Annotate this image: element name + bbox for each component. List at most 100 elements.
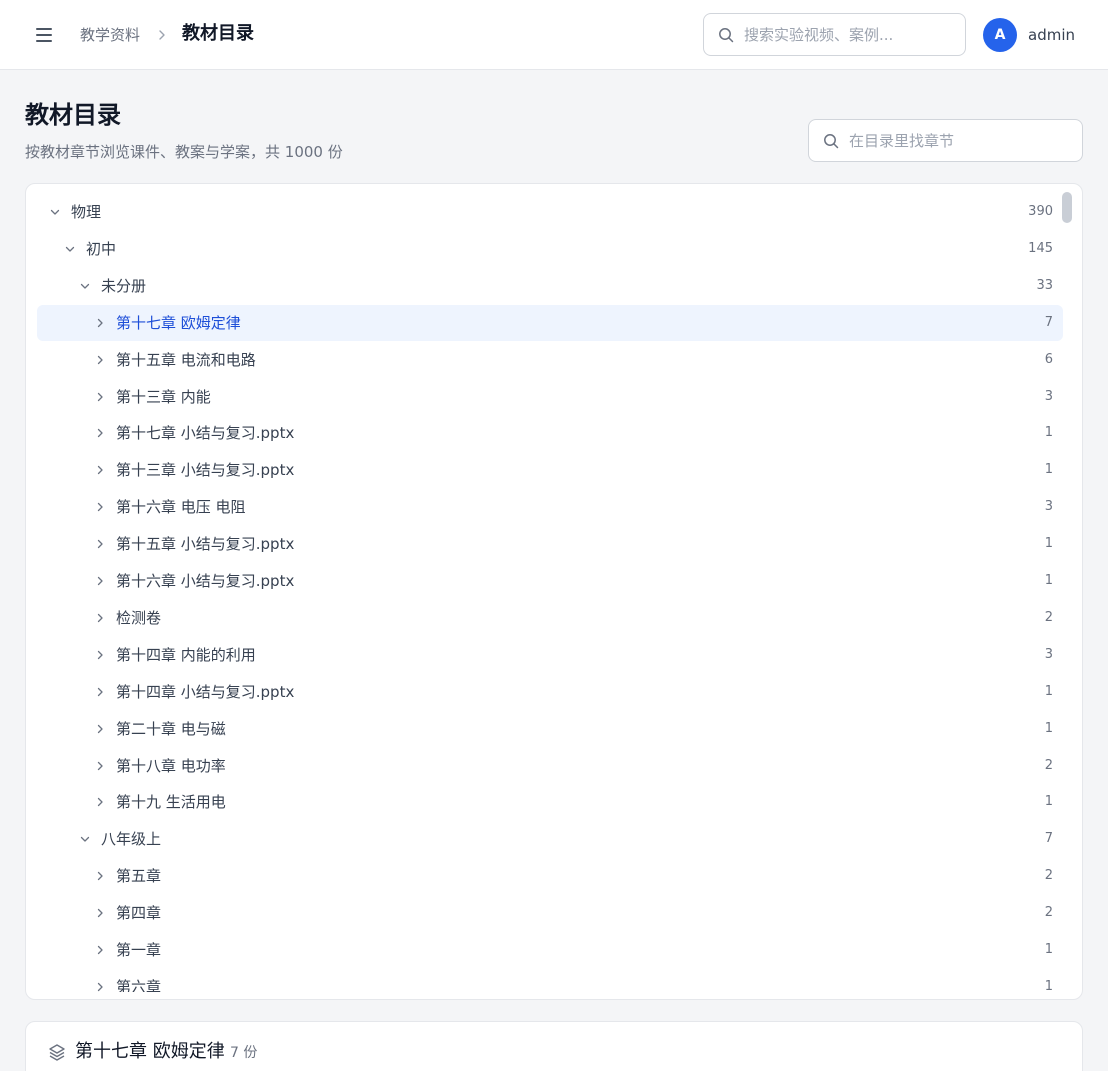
tree-row-label: 第十八章 电功率	[116, 756, 226, 775]
tree-row-count: 2	[1044, 609, 1053, 625]
tree-row[interactable]: 检测卷 2	[37, 600, 1063, 636]
tree-row[interactable]: 第十五章 电流和电路 6	[37, 342, 1063, 378]
tree-row-count: 1	[1044, 536, 1053, 552]
tree-row[interactable]: 第十七章 小结与复习.pptx 1	[37, 415, 1063, 451]
avatar[interactable]: A	[983, 18, 1017, 52]
tree-row-count: 6	[1044, 351, 1053, 367]
tree-row-label: 第十七章 欧姆定律	[116, 313, 241, 332]
tree-row[interactable]: 第十三章 小结与复习.pptx 1	[37, 452, 1063, 488]
tree-row[interactable]: 第十四章 小结与复习.pptx 1	[37, 674, 1063, 710]
tree-row-label: 第十六章 小结与复习.pptx	[116, 572, 295, 590]
tree-row-label: 第十七章 小结与复习.pptx	[116, 424, 295, 443]
chevron-down-icon[interactable]	[79, 280, 91, 292]
chevron-right-icon[interactable]	[94, 391, 106, 403]
layers-icon	[49, 1044, 65, 1061]
search-icon	[719, 28, 734, 43]
tree-row[interactable]: 第二十章 电与磁 1	[37, 711, 1063, 747]
chevron-right-icon[interactable]	[94, 612, 106, 624]
chevron-right-icon[interactable]	[94, 354, 106, 366]
tree-row[interactable]: 第十五章 小结与复习.pptx 1	[37, 526, 1063, 562]
tree-row-label: 第一章	[116, 941, 162, 959]
tree-row[interactable]: 第四章 2	[37, 895, 1063, 931]
tree-row-count: 7	[1044, 831, 1053, 847]
chevron-right-icon[interactable]	[94, 538, 106, 550]
tree-row[interactable]: 第十六章 电压 电阻 3	[37, 489, 1063, 525]
chevron-right-icon[interactable]	[94, 575, 106, 587]
tree-row-label: 八年级上	[101, 830, 162, 849]
chevron-right-icon[interactable]	[94, 907, 106, 919]
global-search[interactable]	[703, 13, 966, 56]
tree-row[interactable]: 第十八章 电功率 2	[37, 748, 1063, 784]
tree-row[interactable]: 第十七章 欧姆定律 7	[37, 304, 1063, 341]
tree-row-label: 第十三章 内能	[116, 387, 211, 406]
breadcrumb-current: 教材目录	[182, 23, 254, 44]
search-icon	[824, 134, 839, 149]
chevron-right-icon[interactable]	[94, 796, 106, 808]
tree-row-count: 33	[1036, 277, 1053, 293]
breadcrumb-parent[interactable]: 教学资料	[80, 24, 140, 46]
tree-row[interactable]: 物理 390	[37, 194, 1063, 230]
chevron-right-icon[interactable]	[94, 760, 106, 772]
tree-row[interactable]: 第一章 1	[37, 932, 1063, 968]
tree-row-count: 1	[1044, 683, 1053, 699]
global-search-input[interactable]	[744, 14, 959, 55]
username[interactable]: admin	[1028, 25, 1075, 45]
toc-tree[interactable]: 物理 390 初中 145 未分册 33 第十七章 欧姆定律 7 第十五章 电流和电路 6 第十三章…	[26, 194, 1082, 992]
top-bar: 教学资料 教材目录 A admin	[0, 0, 1108, 70]
chevron-right-icon[interactable]	[94, 944, 106, 956]
tree-row-label: 未分册	[101, 276, 147, 295]
chevron-right-icon[interactable]	[94, 686, 106, 698]
selected-chapter-title: 第十七章 欧姆定律	[75, 1041, 225, 1062]
tree-row-label: 第十四章 内能的利用	[116, 645, 256, 664]
chevron-right-icon[interactable]	[94, 317, 106, 329]
chevron-right-icon[interactable]	[94, 501, 106, 513]
toc-search-input[interactable]	[849, 120, 1074, 161]
chevron-right-icon	[159, 30, 165, 40]
tree-row-label: 第十五章 电流和电路	[116, 350, 256, 369]
page-title: 教材目录	[25, 101, 121, 129]
tree-row-count: 145	[1028, 240, 1053, 256]
tree-row-count: 3	[1044, 499, 1053, 515]
tree-row-count: 1	[1044, 462, 1053, 478]
chevron-right-icon[interactable]	[94, 723, 106, 735]
tree-row-count: 1	[1044, 794, 1053, 810]
chevron-right-icon[interactable]	[94, 464, 106, 476]
tree-row[interactable]: 第十六章 小结与复习.pptx 1	[37, 563, 1063, 599]
tree-scrollbar[interactable]	[1062, 192, 1072, 223]
tree-row-count: 7	[1044, 314, 1053, 330]
tree-row-label: 第十九 生活用电	[116, 793, 226, 812]
tree-row-label: 第二十章 电与磁	[116, 719, 226, 738]
tree-row-count: 390	[1028, 204, 1053, 219]
tree-row-count: 1	[1044, 573, 1053, 588]
selected-chapter-count: 7 份	[230, 1045, 258, 1061]
tree-row[interactable]: 八年级上 7	[37, 821, 1063, 857]
tree-row-count: 2	[1044, 905, 1053, 921]
chevron-down-icon[interactable]	[79, 833, 91, 845]
tree-row-count: 3	[1044, 646, 1053, 662]
tree-row[interactable]: 第十九 生活用电 1	[37, 784, 1063, 820]
menu-icon[interactable]	[33, 24, 55, 46]
tree-row[interactable]: 第六章 1	[37, 969, 1063, 992]
tree-row[interactable]: 第十四章 内能的利用 3	[37, 637, 1063, 673]
chevron-right-icon[interactable]	[94, 427, 106, 439]
tree-row-count: 1	[1044, 978, 1053, 992]
chevron-down-icon[interactable]	[64, 243, 76, 255]
toc-search[interactable]	[808, 119, 1083, 162]
tree-row-label: 物理	[71, 203, 102, 221]
tree-row-label: 第十六章 电压 电阻	[116, 498, 246, 517]
tree-row[interactable]: 初中 145	[37, 231, 1063, 267]
chevron-right-icon[interactable]	[94, 870, 106, 882]
tree-row-label: 第十五章 小结与复习.pptx	[116, 535, 295, 554]
tree-row-label: 检测卷	[116, 608, 162, 627]
chevron-right-icon[interactable]	[94, 981, 106, 992]
tree-row-label: 第五章	[116, 867, 162, 886]
tree-row[interactable]: 未分册 33	[37, 268, 1063, 304]
tree-row-count: 1	[1044, 720, 1053, 736]
tree-row[interactable]: 第五章 2	[37, 858, 1063, 894]
tree-row-label: 第六章	[116, 977, 162, 992]
tree-row-label: 第十三章 小结与复习.pptx	[116, 461, 295, 480]
chevron-right-icon[interactable]	[94, 649, 106, 661]
selected-chapter-panel: 第十七章 欧姆定律 7 份	[25, 1021, 1083, 1071]
tree-row[interactable]: 第十三章 内能 3	[37, 379, 1063, 415]
chevron-down-icon[interactable]	[49, 206, 61, 218]
